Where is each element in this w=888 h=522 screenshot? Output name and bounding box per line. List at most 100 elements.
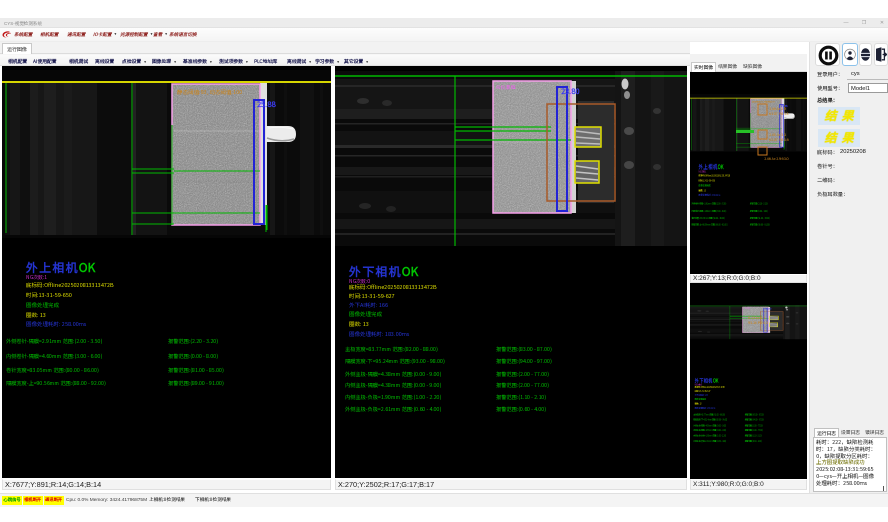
thumb1-pixel-readout: X:267;Y:13;R:0;G:0;B:0 xyxy=(690,274,807,283)
tool-plc-address-table[interactable]: PLC地址库 xyxy=(254,58,277,65)
measurement: 卷针宽度=83.05mm 范围:(80.00 - 86.00) xyxy=(6,367,99,374)
svg-text:63.07 Pd:1.8: 63.07 Pd:1.8 xyxy=(769,112,789,117)
login-user-value[interactable]: cys xyxy=(851,71,860,77)
pause-icon xyxy=(816,44,841,67)
lower-camera-thumbnail[interactable]: 0.13 Ar:0.395.24 Pd:4.3 外下相机OK NG次数:0 底标… xyxy=(690,283,807,479)
lower-camera-image[interactable] xyxy=(335,71,687,246)
upper-camera-result-status: 上相机:0检测结果 xyxy=(149,496,185,505)
menu-camera-config[interactable]: 相机配置 xyxy=(40,32,58,38)
close-button[interactable]: ✕ xyxy=(876,19,888,27)
tool-offline-debug[interactable]: 离线调试▾ xyxy=(287,58,311,65)
log-tab-run[interactable]: 运行日志 xyxy=(814,428,839,437)
measurement: 主极宽度=83.77mm 范围:(82.00 - 88.00) xyxy=(345,346,438,353)
tab-run-image[interactable]: 运行图像 xyxy=(2,43,32,54)
exit-button[interactable] xyxy=(874,43,888,66)
menu-io-card-config[interactable]: IO卡配置▾ xyxy=(93,32,116,38)
tool-camera-debug[interactable]: 相机调试 xyxy=(69,58,88,65)
log-tab-error[interactable]: 错误日志 xyxy=(863,428,886,437)
model-label: 使用型号： xyxy=(817,85,843,92)
maximize-button[interactable]: ❐ xyxy=(858,19,870,27)
log-output[interactable]: 耗时：222，缺陷检测耗 时：17，缺陷分类耗时： 0，缺陷提取分区耗时： 上方… xyxy=(813,437,887,492)
menu-system-config[interactable]: 系统配置 xyxy=(14,32,32,38)
tool-baseline-params[interactable]: 基准线参数▾ xyxy=(183,58,212,65)
measurement: 外侧卷针-隔膜=2.91mm 范围:(2.00 - 3.50) xyxy=(691,202,726,206)
measurement: 隔膜宽度-上=90.56mm 范围:(88.00 - 92.00) xyxy=(6,380,106,387)
tool-spot-check[interactable]: 点检设置▾ xyxy=(122,58,146,65)
ai-elapsed-line: 外下AI耗时: 166 xyxy=(349,302,388,308)
thumbnail-annotations: 2.46 Ar:2.963.07 Pd:1.8 2.48 Ar:3.163.07… xyxy=(690,94,807,164)
measurement: 隔膜宽度-上=90.56mm 范围:(88.00 - 92.00) xyxy=(691,223,727,227)
bottom-code-label: 底标码： xyxy=(817,149,838,156)
tool-learning-params[interactable]: 学习参数▾ xyxy=(315,58,339,65)
time-line: 时间:13-31-59-650 xyxy=(26,292,72,298)
cpu-memory-readout: Cpu: 0.0% Memory: 3424.41796875M xyxy=(66,496,147,505)
alarm-range: 报警范围:(94.00 - 97.00) xyxy=(496,358,552,365)
menu-view[interactable]: 查看▾ xyxy=(153,32,167,38)
barcode-line: 底标码:Offline2025020813313472B xyxy=(695,386,725,389)
measurement: 内侧主极-负极=1.90mm 范围:(1.00 - 2.20) xyxy=(345,394,441,401)
alarm-range: 报警范围:(2.00 - 77.00) xyxy=(745,424,763,427)
upper-camera-image[interactable] xyxy=(2,70,331,238)
upper-camera-thumbnail[interactable]: 2.46 Ar:2.963.07 Pd:1.8 2.48 Ar:3.163.07… xyxy=(690,72,807,274)
alarm-range: 报警范围:(81.00 - 85.00) xyxy=(750,217,770,221)
done-line: 图像处理完成 xyxy=(26,302,59,308)
main-menubar: 系统配置 相机配置 通讯配置 IO卡配置▾ 光源控制配置▾ 查看▾ 系统语言切换 xyxy=(0,28,888,42)
done-line: 图像处理完成 xyxy=(699,184,711,187)
alarm-range: 报警范围:(1.10 - 2.10) xyxy=(496,394,546,401)
dropdown-arrow-icon: ▾ xyxy=(309,60,311,65)
tool-other-settings[interactable]: 其它设置▾ xyxy=(344,58,368,65)
barcode-line: 底标码:Offline2025020813313472B xyxy=(699,174,731,177)
tool-offline-settings[interactable]: 离线设置 xyxy=(95,58,114,65)
elapsed-line: 图像处理耗时: 183.00ms xyxy=(695,407,715,410)
dropdown-arrow-icon: ▾ xyxy=(210,60,212,65)
ok-status: OK xyxy=(713,377,719,384)
log-tab-settings[interactable]: 设置日志 xyxy=(839,428,862,437)
time-line: 时间:13-31-59-650 xyxy=(699,179,715,182)
mini-tab-defect[interactable]: 缺陷图像 xyxy=(741,62,764,72)
elapsed-line: 图像处理耗时: 183.00ms xyxy=(349,331,409,337)
measurement: 内侧主极-负极=1.90mm 范围:(1.00 - 2.20) xyxy=(693,434,726,437)
camera-status: 相机断开 xyxy=(23,496,43,505)
alarm-range: 报警范围:(2.20 - 3.20) xyxy=(750,202,768,206)
right-sidebar: 登录用户： cys 使用型号： Model1 总结果： 结果 结果 底标码： 2… xyxy=(809,42,888,507)
measurement: 外侧主极-负极=2.61mm 范围:(0.60 - 4.00) xyxy=(345,406,441,413)
time-line: 时间:13-31-59-627 xyxy=(695,390,711,393)
measurement: 隔膜宽度-下=95.24mm 范围:(93.00 - 98.00) xyxy=(345,358,445,365)
dropdown-arrow-icon: ▾ xyxy=(174,60,176,65)
thumbnail-annotations: 0.13 Ar:0.395.24 Pd:4.3 xyxy=(690,305,807,345)
turns-line: 圈数: 13 xyxy=(695,402,702,405)
dropdown-arrow-icon: ▾ xyxy=(115,32,117,37)
lower-camera-pixel-readout: X:270;Y:2502;R:17;G:17;B:17 xyxy=(335,479,687,490)
ok-status: OK xyxy=(718,163,724,172)
mini-tab-result[interactable]: 结果图像 xyxy=(716,62,739,72)
alarm-range: 报警范围:(81.00 - 85.00) xyxy=(168,367,224,374)
elapsed-line: 图像处理耗时: 258.00ms xyxy=(699,194,721,197)
done-line: 图像处理完成 xyxy=(349,311,382,317)
menu-light-control-config[interactable]: 光源控制配置▾ xyxy=(120,32,152,38)
status-bar: 心跳信号 相机断开 通讯断开 Cpu: 0.0% Memory: 3424.41… xyxy=(0,493,888,507)
menu-language-switch[interactable]: 系统语言切换 xyxy=(169,32,197,38)
measurement: 内侧卷针-隔膜=4.60mm 范围:(3.00 - 6.00) xyxy=(691,210,726,214)
turns-line: 圈数: 13 xyxy=(349,321,369,327)
alarm-range: 报警范围:(83.00 - 87.00) xyxy=(745,413,764,416)
alarm-range: 报警范围:(0.00 - 8.00) xyxy=(750,210,768,214)
done-line: 图像处理完成 xyxy=(695,398,706,401)
pause-button[interactable] xyxy=(815,43,840,66)
alarm-range: 报警范围:(89.00 - 91.00) xyxy=(750,223,770,227)
window-title: CYS-视觉检测系统 xyxy=(4,21,42,27)
user-switch-button[interactable] xyxy=(859,43,872,66)
tool-test-item-params[interactable]: 测试项参数▾ xyxy=(219,58,248,65)
menu-comm-config[interactable]: 通讯配置 xyxy=(67,32,85,38)
minimize-button[interactable]: — xyxy=(840,19,852,27)
login-user-button[interactable] xyxy=(842,43,858,66)
model-input[interactable]: Model1 xyxy=(848,83,888,93)
alarm-range: 报警范围:(0.60 - 4.00) xyxy=(496,406,546,413)
tool-ai-use-config[interactable]: AI使用配置 xyxy=(33,58,57,65)
tool-camera-config[interactable]: 相机配置 xyxy=(8,58,27,65)
tool-image-processing[interactable]: 图像处理▾ xyxy=(152,58,176,65)
alarm-range: 报警范围:(0.00 - 8.00) xyxy=(168,353,218,360)
bottom-code-value: 20250208 xyxy=(840,149,866,155)
ok-status: OK xyxy=(402,263,419,280)
mini-tab-live[interactable]: 实时图像 xyxy=(691,62,716,72)
ng-count: NG次数:1 xyxy=(26,275,47,281)
